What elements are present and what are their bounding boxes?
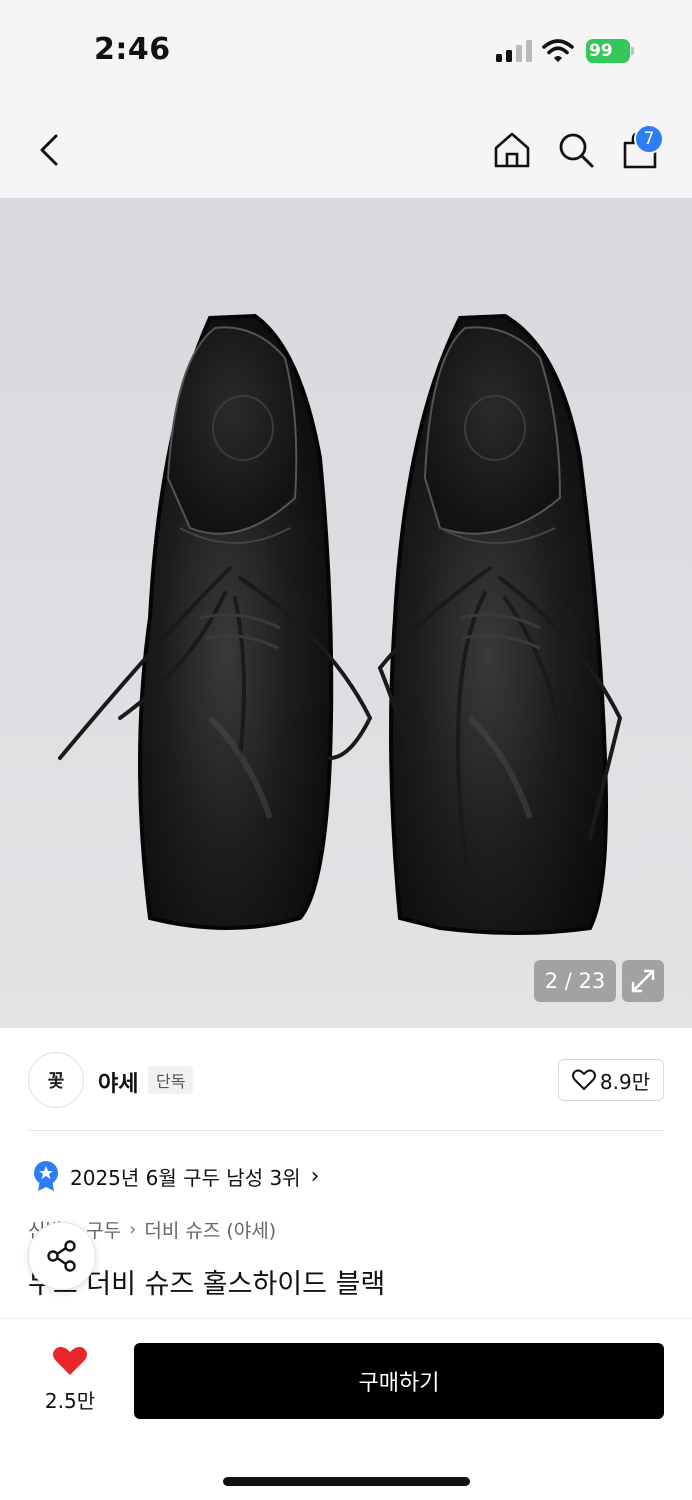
share-button[interactable]: [28, 1222, 96, 1290]
ranking-text: 2025년 6월 구두 남성 3위: [70, 1165, 301, 1190]
ranking-medal-icon: [34, 1161, 58, 1191]
nav-bar: [0, 100, 692, 198]
product-image[interactable]: [0, 198, 692, 1028]
wifi-icon: [542, 39, 574, 62]
favorite-count: 2.5만: [44, 1389, 96, 1413]
chevron-left-icon: [40, 134, 58, 166]
image-counter: 2 / 23: [534, 960, 616, 1002]
cellular-signal-icon: [496, 40, 532, 62]
heart-outline-icon: [571, 1069, 596, 1090]
brand-name[interactable]: 야세: [98, 1066, 138, 1098]
breadcrumb-separator: ›: [129, 1219, 137, 1240]
status-bar: 2:46 99: [0, 0, 692, 100]
heart-filled-icon: [53, 1346, 87, 1375]
status-time: 2:46: [94, 32, 171, 67]
battery-level: 99: [589, 41, 613, 61]
share-icon: [47, 1240, 76, 1272]
brand-like-button[interactable]: 8.9만: [558, 1059, 664, 1101]
home-icon: [494, 132, 530, 168]
home-indicator: [223, 1477, 470, 1486]
shoe-pair-image: [58, 313, 623, 935]
brand-row[interactable]: 꽃 야세 단독 8.9만: [0, 1030, 692, 1130]
chevron-right-icon: ›: [310, 1163, 320, 1189]
expand-image-button[interactable]: [622, 960, 664, 1002]
left-shoe: [58, 313, 373, 930]
brand-logo: 꽃: [28, 1052, 84, 1108]
home-button[interactable]: [490, 128, 534, 172]
battery-icon: 99: [586, 39, 634, 63]
favorite-button[interactable]: 2.5만: [34, 1345, 106, 1425]
expand-icon: [631, 969, 655, 993]
exclusive-badge: 단독: [148, 1066, 194, 1094]
divider: [28, 1130, 664, 1131]
ranking-link[interactable]: 2025년 6월 구두 남성 3위 ›: [32, 1158, 319, 1194]
breadcrumb-item[interactable]: 더비 슈즈 (야세): [144, 1216, 276, 1243]
search-button[interactable]: [554, 128, 598, 172]
back-button[interactable]: [28, 128, 72, 172]
cart-count-badge: 7: [634, 124, 664, 154]
brand-like-count: 8.9만: [599, 1069, 651, 1094]
right-shoe: [377, 313, 623, 935]
search-icon: [559, 133, 594, 168]
buy-button[interactable]: 구매하기: [134, 1343, 664, 1419]
bottom-action-bar: 2.5만 구매하기: [0, 1318, 692, 1500]
